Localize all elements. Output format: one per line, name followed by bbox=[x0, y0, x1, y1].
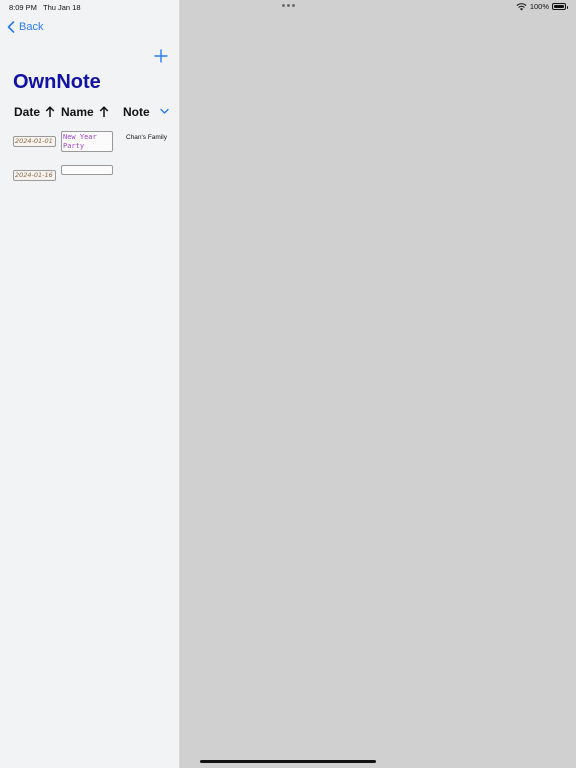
back-button[interactable]: Back bbox=[7, 21, 43, 33]
sidebar: Back OwnNote Date Name Note 2024-01-01 N… bbox=[0, 0, 180, 768]
status-time: 8:09 PM bbox=[9, 3, 37, 12]
date-column-header[interactable]: Date bbox=[14, 105, 55, 119]
arrow-up-icon bbox=[99, 106, 109, 117]
plus-icon[interactable] bbox=[153, 48, 169, 64]
status-bar: 8:09 PM Thu Jan 18 100% bbox=[0, 0, 576, 14]
screen: Back OwnNote Date Name Note 2024-01-01 N… bbox=[0, 0, 576, 768]
note-column-header[interactable]: Note bbox=[123, 105, 150, 119]
status-indicators: 100% bbox=[516, 2, 568, 11]
name-column-label: Name bbox=[61, 105, 94, 119]
date-field[interactable]: 2024-01-16 bbox=[13, 170, 56, 181]
name-column-header[interactable]: Name bbox=[61, 105, 109, 119]
chevron-left-icon bbox=[7, 21, 15, 33]
page-title: OwnNote bbox=[13, 71, 101, 93]
note-text: Chan's Family bbox=[126, 134, 167, 141]
date-field[interactable]: 2024-01-01 bbox=[13, 136, 56, 147]
back-label: Back bbox=[19, 21, 44, 33]
arrow-up-icon bbox=[45, 106, 55, 117]
battery-percentage: 100% bbox=[529, 2, 549, 11]
note-column-label: Note bbox=[123, 105, 150, 119]
home-indicator[interactable] bbox=[200, 760, 376, 763]
chevron-down-icon[interactable] bbox=[160, 108, 169, 115]
status-date: Thu Jan 18 bbox=[43, 3, 81, 12]
column-header-row: Date Name Note bbox=[14, 104, 174, 122]
name-field[interactable] bbox=[61, 165, 113, 175]
multitasking-dots-icon[interactable] bbox=[282, 4, 295, 7]
wifi-icon bbox=[516, 2, 527, 10]
date-column-label: Date bbox=[14, 105, 41, 119]
name-field[interactable]: New Year Party bbox=[61, 131, 113, 152]
battery-icon bbox=[552, 3, 568, 10]
